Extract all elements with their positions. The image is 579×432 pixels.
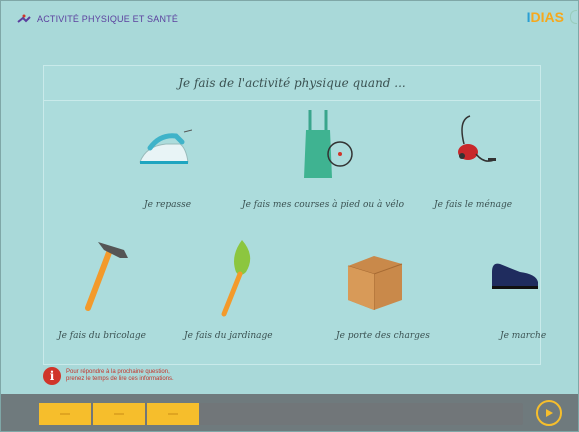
hammer-icon [85,242,128,311]
question-text: Je fais de l'activité physique quand ... [178,76,406,90]
option-carrying[interactable] [344,248,404,316]
option-diy[interactable] [80,236,134,316]
box-icon [347,256,403,310]
running-figure-icon [17,14,31,23]
option-ironing[interactable] [136,128,193,172]
header: ACTIVITÉ PHYSIQUE ET SANTÉ [17,11,578,27]
option-label-ironing[interactable]: Je repasse [144,200,191,210]
progress-segment [39,403,91,425]
trowel-icon [221,240,251,317]
app-title: ACTIVITÉ PHYSIQUE ET SANTÉ [37,14,179,24]
question-row: Je fais de l'activité physique quand ... [44,66,540,101]
progress-segment [147,403,199,425]
option-shopping[interactable] [300,106,358,182]
option-label-housework[interactable]: Je fais le ménage [434,200,512,210]
option-label-carrying[interactable]: Je porte des charges [336,331,430,341]
option-housework[interactable] [454,114,498,170]
menu-edge-icon[interactable] [570,10,577,24]
shoe-icon [492,263,538,289]
option-label-shopping[interactable]: Je fais mes courses à pied ou à vélo [242,200,404,210]
iron-icon [139,129,193,164]
next-button[interactable] [536,400,562,426]
progress-bar [39,403,523,425]
app-window: ACTIVITÉ PHYSIQUE ET SANTÉ IDIAS Je fais… [0,0,579,432]
option-label-gardening[interactable]: Je fais du jardinage [184,331,273,341]
footer-bar [1,394,578,431]
option-label-walking[interactable]: Je marche [500,331,546,341]
option-label-diy[interactable]: Je fais du bricolage [58,331,146,341]
info-text-line1: Pour répondre à la prochaine question, [66,369,170,375]
info-icon: i [43,367,61,385]
option-walking[interactable] [490,258,540,298]
progress-segment [93,403,145,425]
option-gardening[interactable] [216,238,258,322]
activity-panel: Je fais de l'activité physique quand ...… [43,65,546,365]
play-icon [546,409,553,417]
shopping-bag-icon [304,110,353,178]
brand-logo: IDIAS [526,9,564,25]
info-text-line2: prenez le temps de lire ces informations… [66,376,174,382]
vacuum-cleaner-icon [458,115,496,162]
info-notice: i Pour répondre à la prochaine question,… [43,367,174,385]
